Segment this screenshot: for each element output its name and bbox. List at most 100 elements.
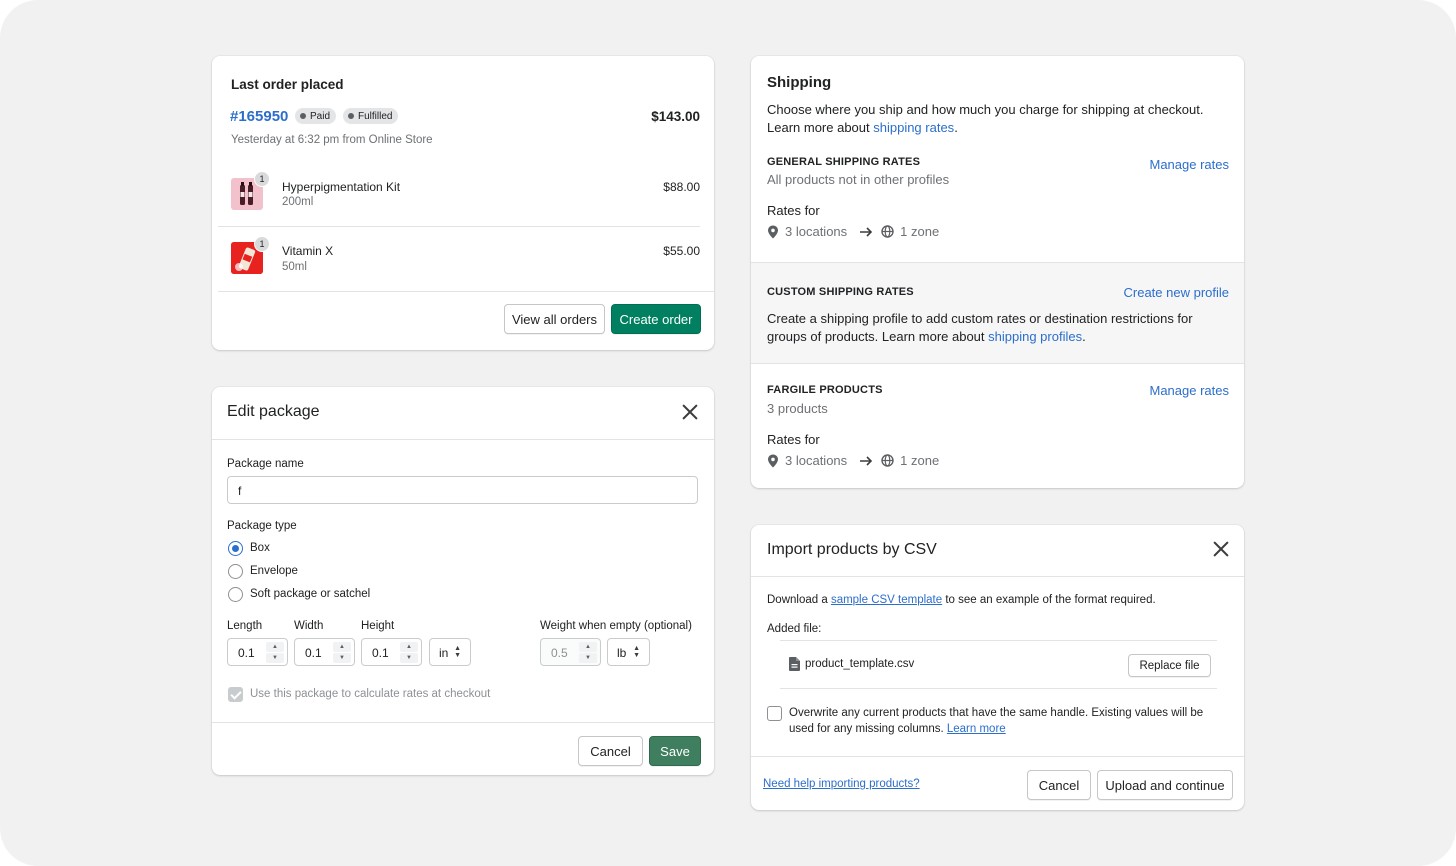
height-stepper[interactable]: ▲ ▼ xyxy=(400,642,418,663)
fragile-products-heading: FARGILE PRODUCTS xyxy=(767,384,883,396)
download-instructions: Download a sample CSV template to see an… xyxy=(767,594,1156,606)
header-divider xyxy=(212,439,714,440)
weight-label: Weight when empty (optional) xyxy=(540,620,692,632)
sample-csv-template-link[interactable]: sample CSV template xyxy=(831,594,942,606)
modal-title: Edit package xyxy=(227,403,320,420)
radio-box[interactable] xyxy=(228,541,243,556)
stepper-up-icon[interactable]: ▲ xyxy=(579,642,597,652)
general-rates-summary: 3 locations 1 zone xyxy=(767,224,939,239)
footer-divider xyxy=(218,291,714,292)
fragile-rates-for: Rates for xyxy=(767,432,820,447)
footer-divider xyxy=(212,722,714,723)
view-all-orders-button[interactable]: View all orders xyxy=(504,304,605,334)
manage-rates-link[interactable]: Manage rates xyxy=(1150,157,1230,172)
help-importing-link[interactable]: Need help importing products? xyxy=(763,778,920,790)
radio-envelope[interactable] xyxy=(228,564,243,579)
file-name: product_template.csv xyxy=(805,658,915,670)
shipping-intro: Choose where you ship and how much you c… xyxy=(767,102,1204,117)
select-arrows-icon: ▲ ▼ xyxy=(454,645,461,659)
fragile-products-sub: 3 products xyxy=(767,401,828,416)
quantity-badge: 1 xyxy=(254,236,270,252)
cancel-button[interactable]: Cancel xyxy=(1027,770,1091,800)
weight-input[interactable]: 0.5 ▲ ▼ xyxy=(540,638,601,666)
replace-file-button[interactable]: Replace file xyxy=(1128,654,1211,677)
stepper-down-icon[interactable]: ▼ xyxy=(400,653,418,663)
stepper-up-icon[interactable]: ▲ xyxy=(266,642,284,652)
weight-unit-select[interactable]: lb ▲ ▼ xyxy=(607,638,650,666)
overwrite-checkbox[interactable] xyxy=(767,706,782,721)
calculate-rates-label: Use this package to calculate rates at c… xyxy=(250,688,491,700)
learn-more-link[interactable]: Learn more xyxy=(947,723,1006,735)
item-name: Vitamin X xyxy=(282,244,334,258)
file-icon xyxy=(789,657,800,671)
item-variant: 50ml xyxy=(282,261,307,273)
height-label: Height xyxy=(361,620,395,632)
globe-icon xyxy=(881,454,894,467)
item-divider xyxy=(218,226,700,227)
stepper-down-icon[interactable]: ▼ xyxy=(266,653,284,663)
general-rates-for: Rates for xyxy=(767,203,820,218)
item-price: $88.00 xyxy=(663,180,700,194)
close-icon[interactable] xyxy=(681,403,699,421)
modal-title: Import products by CSV xyxy=(767,541,937,558)
order-total: $143.00 xyxy=(651,109,700,124)
dimension-unit-value: in xyxy=(439,646,449,660)
location-pin-icon xyxy=(768,454,778,467)
quantity-badge: 1 xyxy=(254,171,270,187)
arrow-right-icon xyxy=(860,226,873,237)
custom-rates-text-line2: groups of products. Learn more about shi… xyxy=(767,329,1086,344)
overwrite-text-line1: Overwrite any current products that have… xyxy=(789,707,1204,719)
calculate-rates-checkbox[interactable] xyxy=(228,687,243,702)
manage-rates-link[interactable]: Manage rates xyxy=(1150,383,1230,398)
create-new-profile-link[interactable]: Create new profile xyxy=(1124,285,1230,300)
weight-value: 0.5 xyxy=(551,646,568,660)
last-order-card: Last order placed #165950 Paid Fulfilled… xyxy=(212,56,714,350)
footer-divider xyxy=(751,756,1244,757)
height-value: 0.1 xyxy=(372,646,389,660)
file-top-divider xyxy=(780,640,1217,641)
width-label: Width xyxy=(294,620,324,632)
fragile-rates-summary: 3 locations 1 zone xyxy=(767,453,939,468)
shipping-rates-link[interactable]: shipping rates xyxy=(873,120,954,135)
length-stepper[interactable]: ▲ ▼ xyxy=(266,642,284,663)
stepper-up-icon[interactable]: ▲ xyxy=(400,642,418,652)
weight-stepper[interactable]: ▲ ▼ xyxy=(579,642,597,663)
item-variant: 200ml xyxy=(282,196,314,208)
general-rates-sub: All products not in other profiles xyxy=(767,172,950,187)
radio-soft-package[interactable] xyxy=(228,587,243,602)
create-order-button[interactable]: Create order xyxy=(611,304,701,334)
package-name-input[interactable]: f xyxy=(227,476,698,504)
item-price: $55.00 xyxy=(663,244,700,258)
globe-icon xyxy=(881,225,894,238)
order-meta: Yesterday at 6:32 pm from Online Store xyxy=(231,134,433,146)
locations-count: 3 locations xyxy=(785,224,848,239)
package-name-label: Package name xyxy=(227,458,304,470)
width-stepper[interactable]: ▲ ▼ xyxy=(333,642,351,663)
stepper-up-icon[interactable]: ▲ xyxy=(333,642,351,652)
package-name-value: f xyxy=(238,484,242,498)
stepper-down-icon[interactable]: ▼ xyxy=(333,653,351,663)
file-bottom-divider xyxy=(780,688,1217,689)
weight-unit-value: lb xyxy=(617,646,627,660)
length-input[interactable]: 0.1 ▲ ▼ xyxy=(227,638,288,666)
status-badge-paid: Paid xyxy=(295,108,337,124)
height-input[interactable]: 0.1 ▲ ▼ xyxy=(361,638,422,666)
length-value: 0.1 xyxy=(238,646,255,660)
upload-and-continue-button[interactable]: Upload and continue xyxy=(1097,770,1233,800)
width-input[interactable]: 0.1 ▲ ▼ xyxy=(294,638,355,666)
locations-count: 3 locations xyxy=(785,453,848,468)
location-pin-icon xyxy=(768,225,778,238)
stepper-down-icon[interactable]: ▼ xyxy=(579,653,597,663)
radio-soft-package-label: Soft package or satchel xyxy=(250,588,371,600)
order-number-link[interactable]: #165950 xyxy=(230,108,288,125)
arrow-right-icon xyxy=(860,455,873,466)
cancel-button[interactable]: Cancel xyxy=(578,736,643,766)
edit-package-card: Edit package Package name f Package type… xyxy=(212,387,714,775)
added-file-label: Added file: xyxy=(767,623,822,635)
shipping-card: Shipping Choose where you ship and how m… xyxy=(751,56,1244,488)
zone-count: 1 zone xyxy=(900,453,940,468)
dimension-unit-select[interactable]: in ▲ ▼ xyxy=(429,638,471,666)
save-button[interactable]: Save xyxy=(649,736,701,766)
shipping-profiles-link[interactable]: shipping profiles xyxy=(988,329,1082,344)
close-icon[interactable] xyxy=(1212,540,1230,558)
